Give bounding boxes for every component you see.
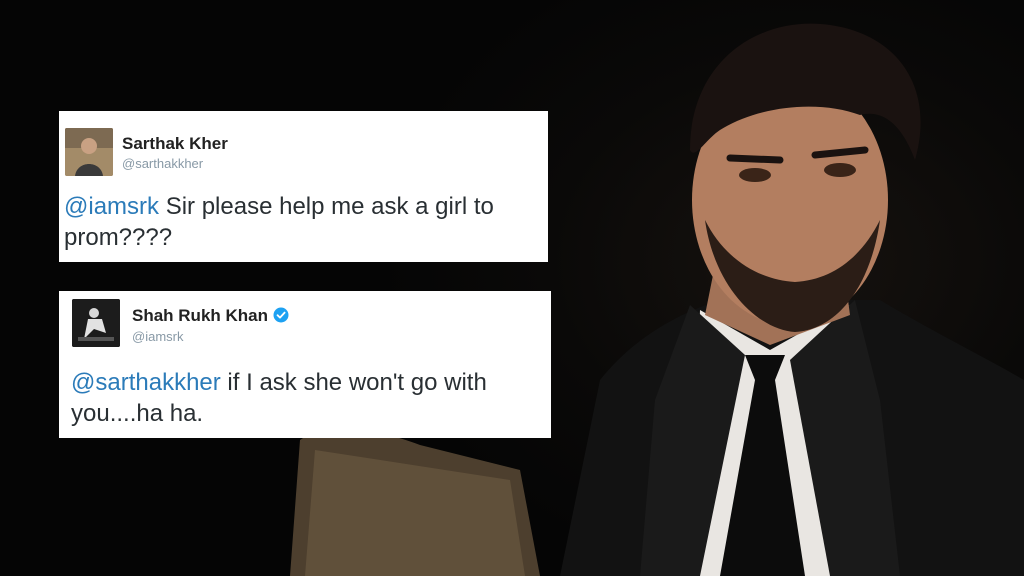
verified-badge-icon bbox=[273, 307, 289, 323]
tweet-text-line1: if I ask she won't go with bbox=[220, 369, 487, 396]
tweet-text-line2: you....ha ha. bbox=[71, 400, 204, 427]
tweet-text: @iamsrk Sir please help me ask a girl to… bbox=[64, 191, 494, 253]
tweet-text-line2: prom???? bbox=[64, 224, 173, 251]
mention-link[interactable]: @sarthakkher bbox=[71, 369, 221, 396]
avatar-image bbox=[65, 128, 113, 176]
brow-right bbox=[811, 146, 869, 159]
eye-right bbox=[824, 163, 856, 177]
tweet-card[interactable]: Shah Rukh Khan @iamsrk @sarthakkher if I… bbox=[59, 291, 551, 438]
display-name[interactable]: Sarthak Kher bbox=[122, 134, 228, 154]
display-name-text: Shah Rukh Khan bbox=[132, 306, 269, 325]
avatar-image bbox=[72, 299, 120, 347]
mention-link[interactable]: @iamsrk bbox=[64, 193, 159, 220]
user-avatar[interactable] bbox=[65, 128, 113, 176]
eye-left bbox=[739, 168, 771, 182]
tweet-text-line1: Sir please help me ask a girl to bbox=[159, 193, 494, 220]
display-name[interactable]: Shah Rukh Khan bbox=[132, 306, 289, 326]
brow-left bbox=[726, 154, 784, 164]
portrait-photo bbox=[290, 23, 1024, 576]
tweet-text: @sarthakkher if I ask she won't go with … bbox=[71, 367, 487, 429]
username-handle[interactable]: @sarthakkher bbox=[122, 156, 203, 171]
tweet-card[interactable]: Sarthak Kher @sarthakkher @iamsrk Sir pl… bbox=[59, 111, 548, 262]
username-handle[interactable]: @iamsrk bbox=[132, 329, 183, 344]
user-avatar[interactable] bbox=[72, 299, 120, 347]
